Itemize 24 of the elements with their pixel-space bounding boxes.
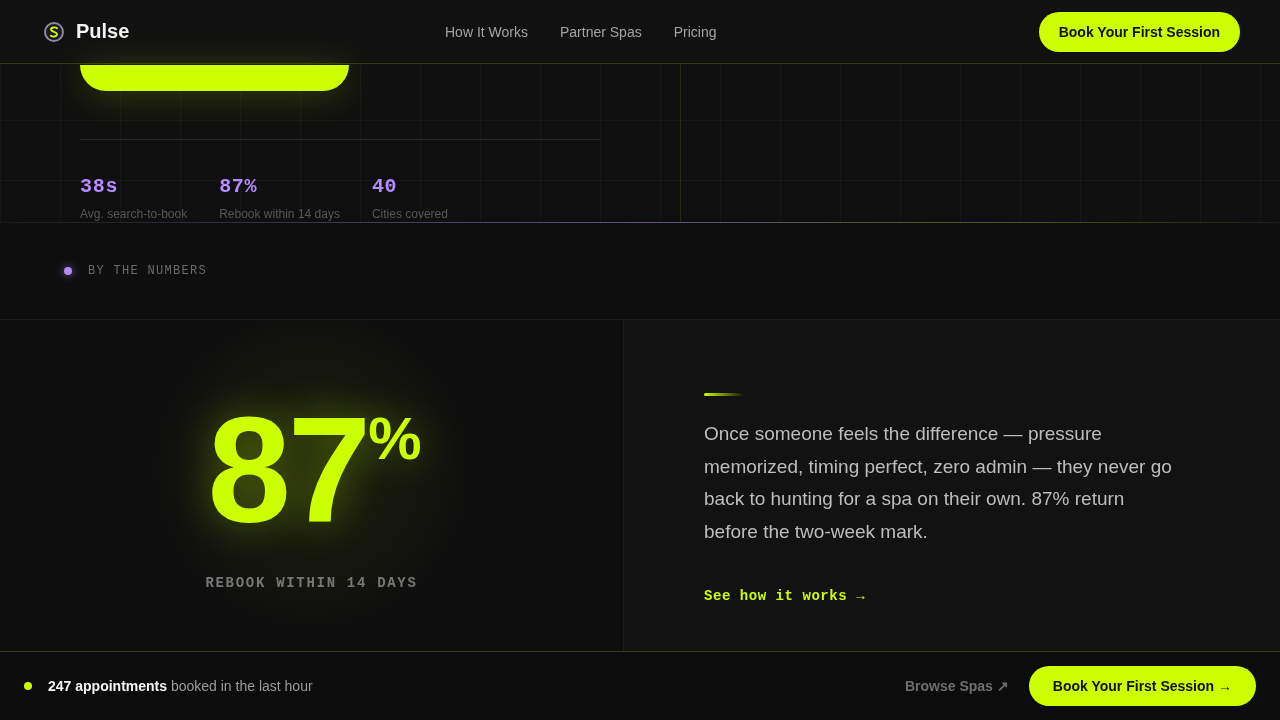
logo-icon[interactable] [44, 21, 64, 42]
stat-label: Rebook within 14 days [219, 207, 340, 222]
book-session-button[interactable]: Book Your First Session → [1028, 666, 1256, 706]
nav-link[interactable]: Pricing [673, 23, 717, 40]
nav-link[interactable]: How It Works [445, 23, 528, 40]
stat-value: 87% [219, 175, 259, 199]
live-activity-text: 247 appointments booked in the last hour [48, 678, 313, 694]
big-stat-label: REBOOK WITHIN 14 DAYS [205, 574, 418, 591]
description-text: Once someone feels the difference — pressure memorized, timing perfect, zero admin — they never go back to hunting for a spa on their own. 87% return before the two-week mark. [704, 422, 1173, 544]
book-session-button[interactable]: Book Your First Session [1038, 11, 1240, 52]
status-dot-icon [24, 682, 32, 690]
stat-label: Avg. search-to-book [80, 207, 188, 222]
see-how-link[interactable]: See how it works → [704, 588, 866, 604]
big-stat: 87$^{%}$ [207, 394, 422, 545]
browse-spas-link[interactable]: Browse Spas ↗ [905, 678, 1009, 694]
section-eyebrow: BY THE NUMBERS [88, 264, 208, 278]
brand-name[interactable]: Pulse [76, 20, 130, 43]
nav-link[interactable]: Partner Spas [560, 23, 642, 40]
stat-label: Cities covered [371, 207, 448, 222]
stat-value: 38s [80, 175, 120, 199]
stat-value: 40 [371, 175, 399, 199]
dot-icon [64, 267, 72, 275]
accent-line [704, 393, 744, 396]
cta-button[interactable] [80, 65, 349, 91]
